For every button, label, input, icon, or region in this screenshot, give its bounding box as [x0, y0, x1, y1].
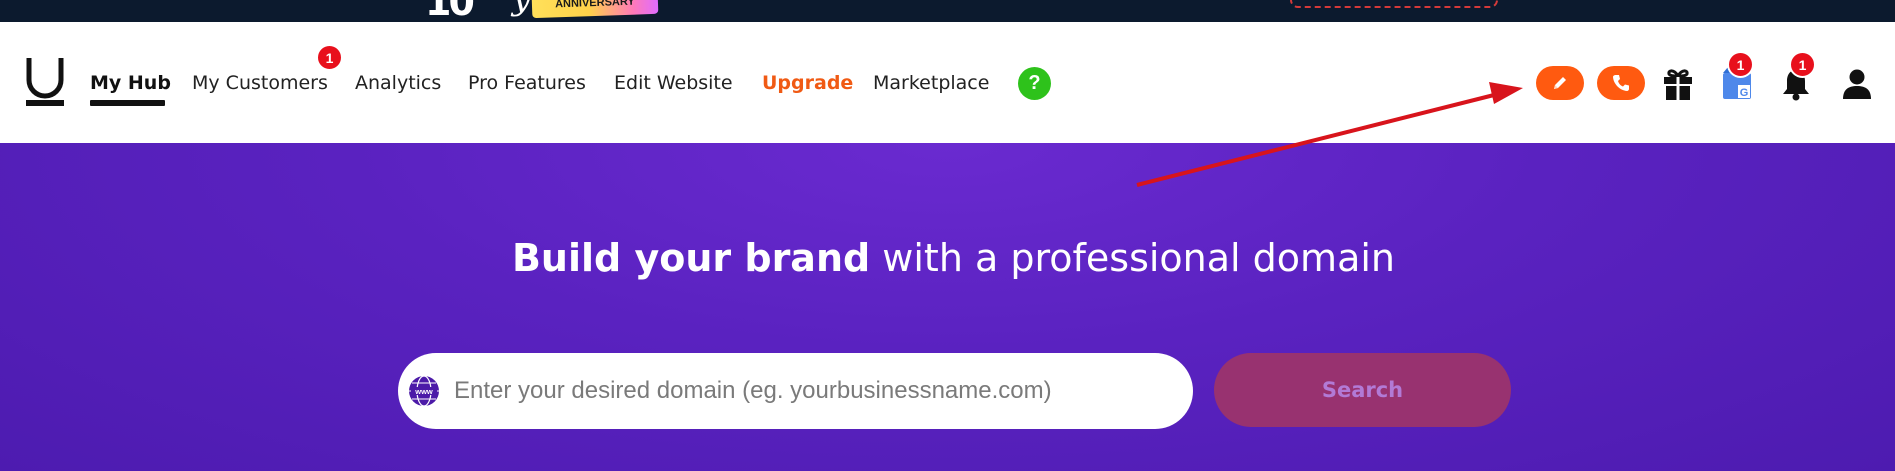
nav-pro-features[interactable]: Pro Features — [468, 72, 586, 94]
edit-button[interactable] — [1536, 66, 1584, 100]
domain-hero: Build your brand with a professional dom… — [0, 143, 1895, 471]
brand-logo[interactable] — [26, 56, 64, 106]
nav-my-hub[interactable]: My Hub — [90, 72, 171, 94]
active-tab-underline — [90, 100, 165, 106]
nav-edit-website[interactable]: Edit Website — [614, 72, 733, 94]
anniversary-label: ANNIVERSARY — [554, 0, 635, 11]
hero-headline-rest: with a professional domain — [870, 236, 1396, 280]
customers-badge: 1 — [316, 44, 343, 71]
promo-dashed-box[interactable] — [1290, 0, 1498, 8]
nav-marketplace[interactable]: Marketplace — [873, 72, 989, 94]
notifications-badge: 1 — [1789, 51, 1816, 78]
call-button[interactable] — [1597, 66, 1645, 100]
domain-search-box[interactable]: www — [398, 353, 1193, 429]
phone-icon — [1613, 75, 1629, 91]
top-navigation: My Hub My Customers 1 Analytics Pro Feat… — [0, 22, 1895, 143]
nav-analytics[interactable]: Analytics — [355, 72, 441, 94]
domain-search-button[interactable]: Search — [1214, 353, 1511, 427]
anniversary-ribbon: ANNIVERSARY — [531, 0, 659, 19]
nav-upgrade[interactable]: Upgrade — [762, 72, 853, 94]
globe-icon: www — [409, 375, 439, 407]
hero-headline-bold: Build your brand — [511, 236, 871, 280]
promo-banner[interactable]: 10 y ANNIVERSARY — [0, 0, 1895, 22]
gift-button[interactable] — [1659, 64, 1697, 104]
pencil-icon — [1554, 77, 1566, 89]
help-icon[interactable]: ? — [1018, 67, 1051, 100]
gift-icon — [1664, 69, 1692, 100]
account-button[interactable] — [1838, 64, 1876, 104]
user-icon — [1843, 69, 1871, 99]
anniversary-script: y — [512, 0, 531, 18]
globe-label: www — [414, 387, 433, 396]
nav-my-customers[interactable]: My Customers — [192, 72, 328, 94]
domain-search-input[interactable] — [454, 371, 1193, 411]
hero-headline: Build your brand with a professional dom… — [0, 236, 1895, 280]
google-letter: G — [1740, 87, 1749, 99]
google-business-badge: 1 — [1727, 51, 1754, 78]
anniversary-number: 10 — [425, 0, 475, 22]
